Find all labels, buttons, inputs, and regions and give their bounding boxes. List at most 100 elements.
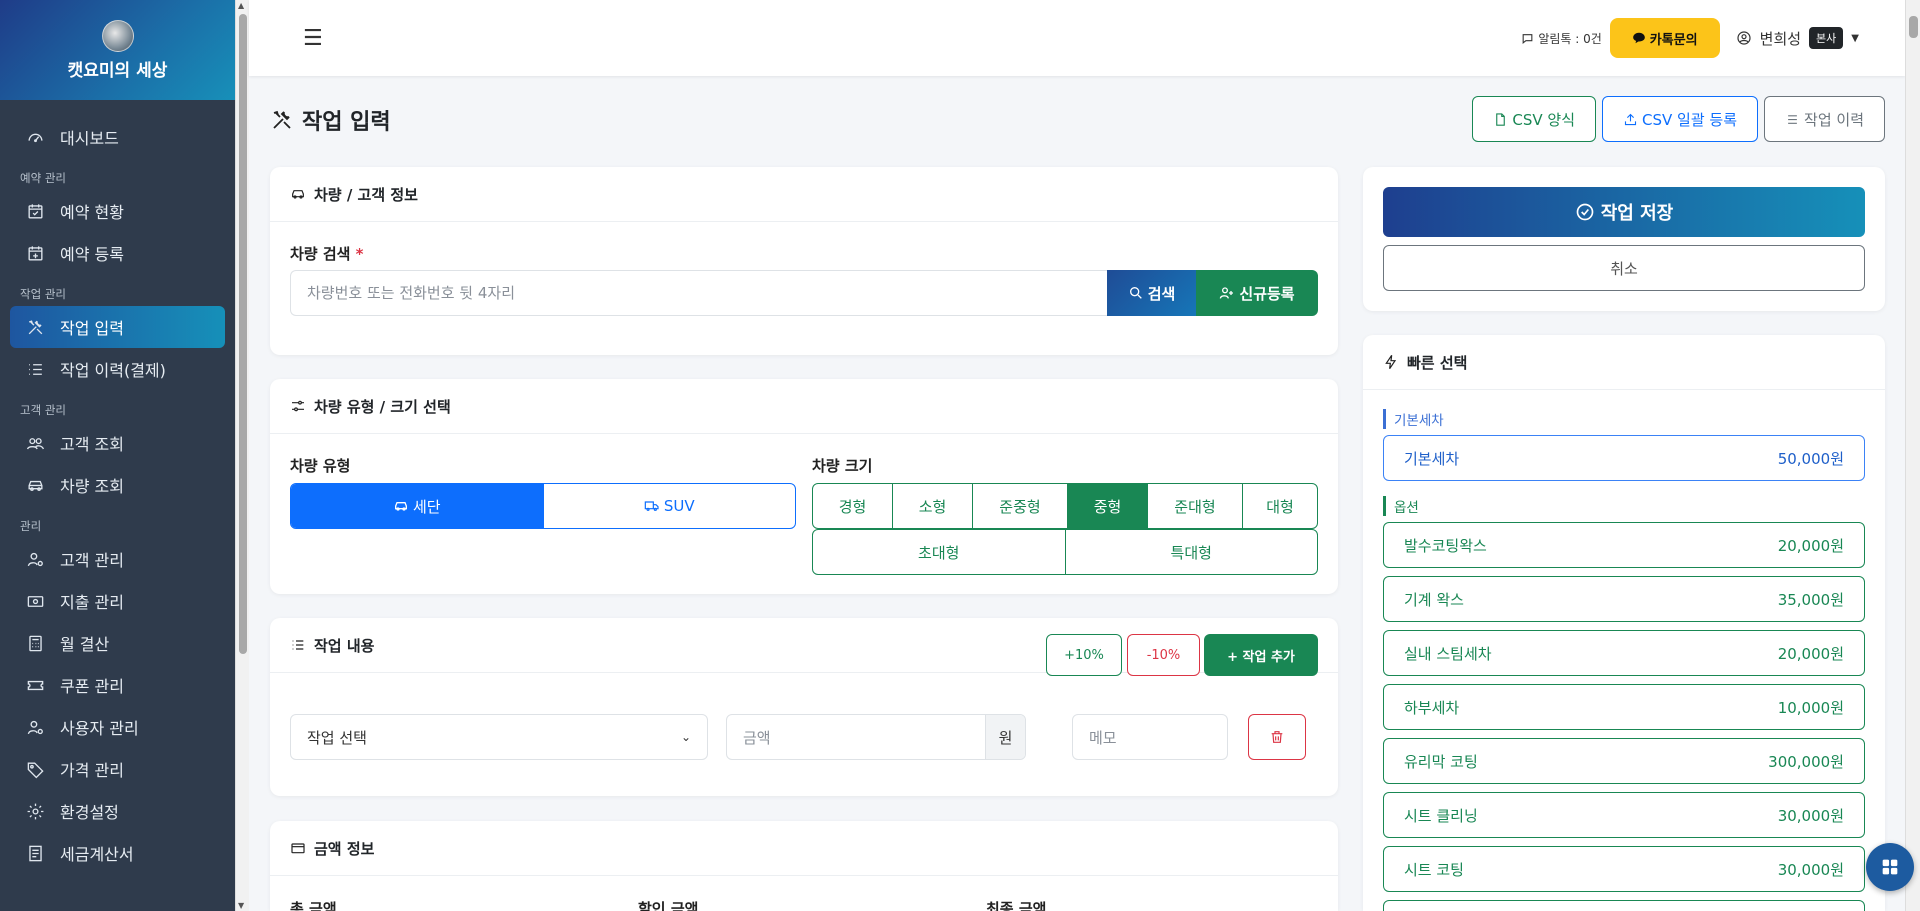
scroll-down-arrow[interactable]: ▼ [238,901,244,910]
quick-item-price: 300,000원 [1768,752,1844,771]
quick-item-interior-steam[interactable]: 실내 스팀세차 20,000원 [1383,630,1865,676]
kakao-inquiry-button[interactable]: 카톡문의 [1609,18,1720,58]
header-actions: CSV 양식 CSV 일괄 등록 작업 이력 [1472,96,1885,142]
size-option-mini[interactable]: 경형 [813,484,893,528]
sidebar-item-coupon-manage[interactable]: 쿠폰 관리 [10,664,225,706]
quick-item-price: 10,000원 [1777,698,1844,717]
quick-item-machine-wax[interactable]: 기계 왁스 35,000원 [1383,576,1865,622]
person-gear-icon [24,716,46,738]
quick-item-seat-coating[interactable]: 시트 코팅 30,000원 [1383,846,1865,892]
car-icon [394,502,407,511]
currency-addon: 원 [985,715,1025,759]
vehicle-search-label-text: 차량 검색 [290,245,351,263]
work-history-button[interactable]: 작업 이력 [1764,96,1885,142]
sidebar-item-customer-lookup[interactable]: 고객 조회 [10,422,225,464]
type-option-label: SUV [663,497,695,515]
work-content-card: 작업 내용 +10% -10% + 작업 추가 작업 선택 ⌄ 금액 원 메모 [270,618,1338,796]
sidebar-item-label: 작업 이력(결제) [60,361,166,380]
sidebar-item-tax-invoice[interactable]: 세금계산서 [10,832,225,874]
minus-10-button[interactable]: -10% [1127,634,1200,676]
sidebar-item-label: 쿠폰 관리 [60,677,124,696]
quick-item-seat-cleaning[interactable]: 시트 클리닝 30,000원 [1383,792,1865,838]
quick-item-next[interactable] [1383,900,1865,911]
user-menu[interactable]: 변희성 본사 ▼ [1736,27,1859,49]
sidebar-item-price-manage[interactable]: 가격 관리 [10,748,225,790]
vehicle-search-input[interactable] [290,270,1107,316]
quick-item-water-repellent-wax[interactable]: 발수코팅왁스 20,000원 [1383,522,1865,568]
add-work-button[interactable]: + 작업 추가 [1204,634,1318,676]
size-option-large[interactable]: 대형 [1243,484,1317,528]
alimtalk-status: 알림톡 : 0건 [1521,30,1602,47]
cancel-button[interactable]: 취소 [1383,245,1865,291]
total-amount-label: 총 금액 [290,900,337,911]
delete-row-button[interactable] [1248,714,1306,760]
calculator-icon [24,632,46,654]
quick-item-underbody-wash[interactable]: 하부세차 10,000원 [1383,684,1865,730]
credit-card-icon [291,843,305,854]
scrollbar-thumb[interactable] [1909,16,1918,38]
menu-toggle-icon[interactable]: ☰ [303,28,323,50]
sidebar-item-customer-manage[interactable]: 고객 관리 [10,538,225,580]
sidebar-item-dashboard[interactable]: 대시보드 [10,116,225,158]
size-option-semi-large[interactable]: 준대형 [1148,484,1243,528]
sidebar-item-reservation-register[interactable]: 예약 등록 [10,232,225,274]
amount-input[interactable]: 금액 원 [726,714,1026,760]
size-option-midsize[interactable]: 중형 [1068,484,1148,528]
chevron-down-icon: ⌄ [680,730,691,744]
card-title: 차량 유형 / 크기 선택 [314,397,451,416]
card-title: 빠른 선택 [1407,353,1468,372]
nav-section-reservation: 예약 관리 [20,171,66,185]
speedometer-icon [24,126,46,148]
sidebar-item-monthly-settlement[interactable]: 월 결산 [10,622,225,664]
scroll-up-arrow[interactable]: ▲ [238,1,244,10]
sidebar-item-expense-manage[interactable]: 지출 관리 [10,580,225,622]
type-option-suv[interactable]: SUV [544,484,796,528]
list-icon [292,640,304,650]
page-title-text: 작업 입력 [302,110,391,135]
search-icon [1129,287,1142,299]
floating-menu-button[interactable] [1866,843,1914,891]
quick-item-price: 35,000원 [1777,590,1844,609]
sidebar-item-user-manage[interactable]: 사용자 관리 [10,706,225,748]
work-history-label: 작업 이력 [1804,110,1864,129]
vehicle-size-selector-row1: 경형 소형 준중형 중형 준대형 대형 [812,483,1318,529]
new-register-button[interactable]: 신규등록 [1196,270,1318,316]
vehicle-type-selector: 세단 SUV [290,483,796,529]
brand[interactable]: 캣요미의 세상 [0,0,235,100]
sidebar-item-vehicle-lookup[interactable]: 차량 조회 [10,464,225,506]
type-option-sedan[interactable]: 세단 [291,484,544,528]
size-option-small[interactable]: 소형 [893,484,973,528]
memo-input[interactable]: 메모 [1072,714,1228,760]
quick-item-glass-coating[interactable]: 유리막 코팅 300,000원 [1383,738,1865,784]
quick-select-card: 빠른 선택 기본세차 기본세차 50,000원 옵션 발수코팅왁스 20,000… [1363,335,1885,911]
sidebar-item-reservation-status[interactable]: 예약 현황 [10,190,225,232]
search-button[interactable]: 검색 [1107,270,1196,316]
card-title: 작업 내용 [314,636,375,655]
csv-bulk-button[interactable]: CSV 일괄 등록 [1602,96,1759,142]
quick-group-basic: 기본세차 [1383,409,1444,429]
sidebar-item-label: 고객 조회 [60,435,124,454]
car-icon [24,474,46,496]
sidebar-item-work-input[interactable]: 작업 입력 [10,306,225,348]
person-gear-icon [24,548,46,570]
quick-item-basic-wash[interactable]: 기본세차 50,000원 [1383,435,1865,481]
quick-item-name: 시트 코팅 [1404,860,1464,879]
scrollbar-thumb[interactable] [239,14,247,654]
size-option-special-large[interactable]: 특대형 [1066,530,1318,574]
sidebar-scrollbar[interactable]: ▲ ▼ [235,0,249,911]
required-mark: * [355,245,364,263]
tag-icon [24,758,46,780]
page-scrollbar[interactable] [1905,0,1920,911]
size-option-extra-large[interactable]: 초대형 [813,530,1066,574]
work-select[interactable]: 작업 선택 ⌄ [290,714,708,760]
calendar-check-icon [24,200,46,222]
csv-template-button[interactable]: CSV 양식 [1472,96,1597,142]
sidebar-item-work-history[interactable]: 작업 이력(결제) [10,348,225,390]
save-work-button[interactable]: 작업 저장 [1383,187,1865,237]
person-plus-icon [1220,287,1234,299]
size-option-compact[interactable]: 준중형 [973,484,1068,528]
sidebar-item-label: 차량 조회 [60,477,124,496]
sidebar-item-settings[interactable]: 환경설정 [10,790,225,832]
plus-10-button[interactable]: +10% [1046,634,1122,676]
tools-icon [24,316,46,338]
